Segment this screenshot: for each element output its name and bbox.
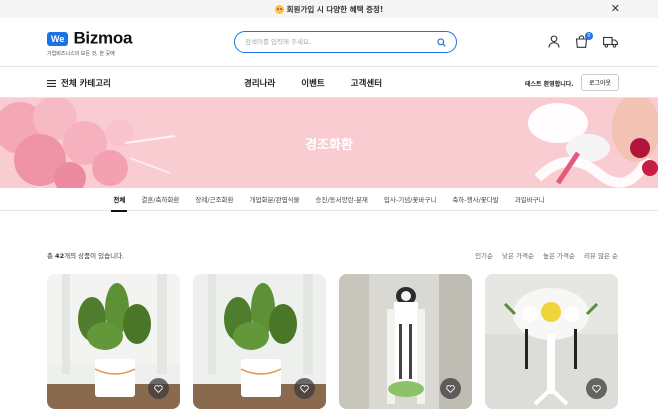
search-box [234, 31, 457, 53]
sort-reviews[interactable]: 리뷰 많은 순 [584, 250, 618, 260]
heart-icon [446, 384, 455, 393]
nav-item-gyeongri[interactable]: 경리나라 [244, 77, 275, 89]
promo-text: 회원가입 시 다양한 혜택 증정! [286, 4, 384, 14]
heart-icon [300, 384, 309, 393]
category-banner: 경조화환 [0, 98, 658, 188]
logo-badge: We [47, 31, 69, 46]
promo-bar: 회원가입 시 다양한 혜택 증정! ✕ [0, 0, 658, 18]
hamburger-menu-icon [47, 79, 56, 87]
smile-emoji-icon [274, 4, 284, 14]
welcome-text: 테스트 환영합니다. [525, 81, 574, 88]
tab-fruit-basket[interactable]: 과일바구니 [507, 188, 553, 211]
sort-options: 인기순 낮은 가격순 높은 가격순 리뷰 많은 순 [475, 250, 618, 260]
product-grid [47, 274, 618, 409]
heart-icon [592, 384, 601, 393]
count-number: 42 [55, 252, 65, 260]
tab-opening-plants[interactable]: 개업화분/관엽식물 [242, 188, 308, 211]
logo-name: Bizmoa [73, 28, 133, 48]
product-count: 총 42개의 상품이 있습니다. [47, 250, 124, 260]
product-card[interactable] [485, 274, 618, 409]
wishlist-button[interactable] [294, 378, 315, 399]
product-card[interactable] [193, 274, 326, 409]
nav-item-support[interactable]: 고객센터 [351, 77, 382, 89]
tab-all[interactable]: 전체 [105, 188, 133, 212]
tab-funeral[interactable]: 장례/근조화환 [187, 188, 241, 211]
all-categories-button[interactable]: 전체 카테고리 [47, 77, 111, 89]
close-icon[interactable]: ✕ [611, 2, 620, 15]
count-prefix: 총 [47, 252, 56, 260]
tab-bouquet[interactable]: 축하-행사/꽃다발 [444, 188, 506, 211]
tab-orchid-bonsai[interactable]: 승진/동서양란-분재 [308, 188, 376, 211]
sort-high-price[interactable]: 높은 가격순 [543, 250, 575, 260]
logo-tagline: 기업비즈니스의 모든 것, 한 곳에 [47, 50, 115, 57]
banner-title: 경조화환 [305, 138, 353, 153]
logo[interactable]: We Bizmoa 기업비즈니스의 모든 것, 한 곳에 [47, 28, 132, 57]
search-input[interactable] [245, 38, 437, 46]
wishlist-button[interactable] [148, 378, 169, 399]
wishlist-button[interactable] [440, 378, 461, 399]
sort-low-price[interactable]: 낮은 가격순 [502, 250, 534, 260]
tab-flower-basket[interactable]: 입사-기념/꽃바구니 [376, 188, 444, 211]
all-categories-label: 전체 카테고리 [61, 79, 111, 89]
category-tabs: 전체 결혼/축하화환 장례/근조화환 개업화분/관엽식물 승진/동서양란-분재 … [0, 188, 658, 212]
heart-icon [154, 384, 163, 393]
main-nav: 전체 카테고리 경리나라 이벤트 고객센터 테스트 환영합니다. 로그아웃 [0, 67, 658, 98]
nav-menu: 경리나라 이벤트 고객센터 [244, 77, 382, 89]
search-icon[interactable] [437, 37, 446, 47]
product-card[interactable] [339, 274, 472, 409]
cart-button[interactable]: 0 [575, 32, 593, 48]
sort-popular[interactable]: 인기순 [475, 250, 493, 260]
cart-count-badge: 0 [585, 32, 593, 40]
count-suffix: 개의 상품이 있습니다. [64, 252, 125, 260]
header-icons: 0 [548, 32, 618, 48]
logout-button[interactable]: 로그아웃 [581, 74, 620, 91]
wishlist-button[interactable] [586, 378, 607, 399]
product-card[interactable] [47, 274, 180, 409]
nav-item-event[interactable]: 이벤트 [301, 77, 324, 89]
delivery-truck-icon[interactable] [603, 36, 618, 48]
tab-wedding[interactable]: 결혼/축하화환 [133, 188, 187, 211]
header: We Bizmoa 기업비즈니스의 모든 것, 한 곳에 0 [0, 18, 658, 67]
user-icon[interactable] [548, 35, 560, 48]
